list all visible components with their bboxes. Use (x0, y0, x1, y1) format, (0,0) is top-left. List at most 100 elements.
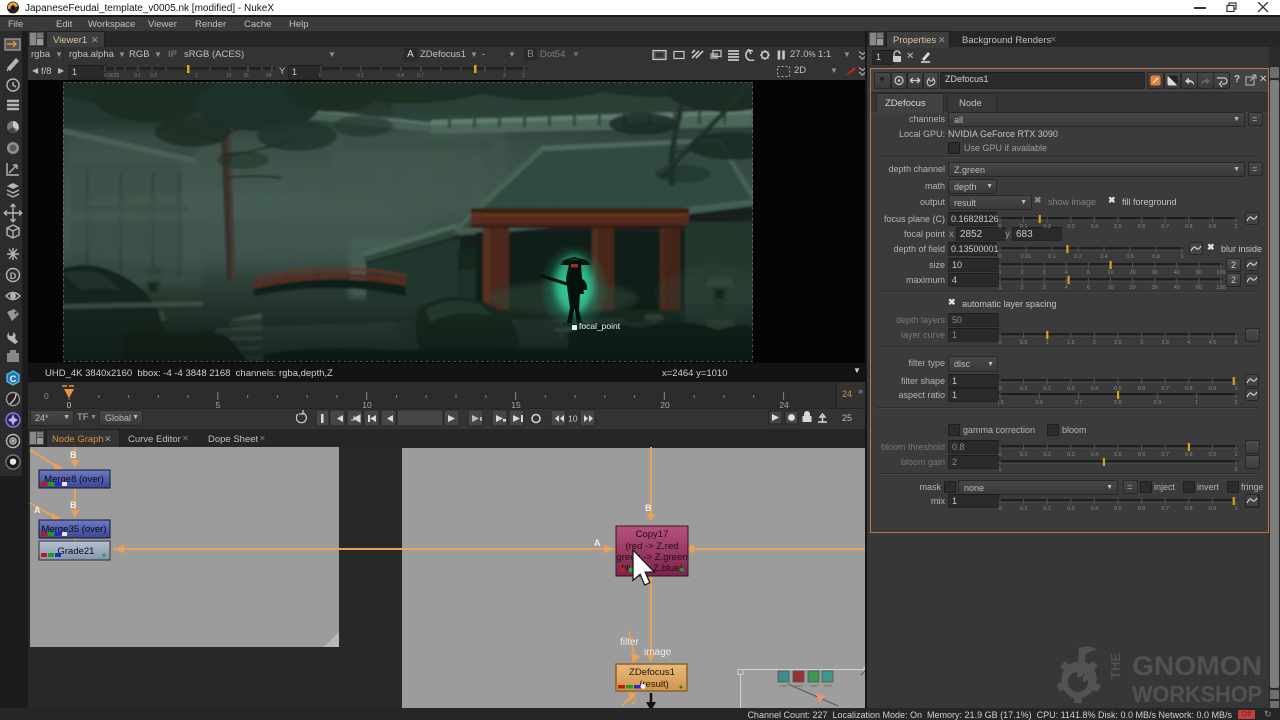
svg-text:0.1: 0.1 (357, 73, 364, 79)
svg-text:2: 2 (1021, 285, 1024, 290)
svg-text:0: 0 (998, 254, 1001, 259)
svg-text:0.7: 0.7 (1161, 452, 1169, 457)
svg-text:0.9: 0.9 (1209, 452, 1217, 457)
svg-text:0.1: 0.1 (1020, 452, 1028, 457)
svg-text:40: 40 (1174, 285, 1180, 290)
svg-text:0.01: 0.01 (1021, 254, 1032, 259)
svg-text:WORKSHOP: WORKSHOP (1132, 681, 1262, 707)
svg-text:0.9: 0.9 (1209, 224, 1217, 229)
svg-text:0.5: 0.5 (1114, 506, 1122, 511)
svg-text:0: 0 (998, 340, 1001, 345)
svg-text:0.2: 0.2 (1043, 452, 1051, 457)
svg-text:0.7: 0.7 (1075, 400, 1083, 405)
svg-text:0: 0 (319, 73, 322, 79)
svg-text:3.5: 3.5 (1161, 340, 1169, 345)
svg-text:3: 3 (1140, 340, 1143, 345)
svg-text:0.1: 0.1 (134, 73, 141, 79)
svg-text:0.6: 0.6 (1126, 254, 1134, 259)
svg-text:0.5: 0.5 (1020, 340, 1028, 345)
svg-text:Copy17: Copy17 (636, 529, 669, 540)
svg-text:D: D (10, 271, 17, 281)
svg-text:20: 20 (660, 400, 670, 408)
svg-text:1: 1 (1046, 340, 1049, 345)
svg-text:0.4: 0.4 (1091, 452, 1099, 457)
svg-text:0.1: 0.1 (1020, 506, 1028, 511)
svg-text:C: C (10, 374, 17, 384)
svg-text:0.9: 0.9 (1209, 506, 1217, 511)
svg-text:64: 64 (266, 73, 272, 79)
svg-text:0.5: 0.5 (1114, 224, 1122, 229)
svg-text:0.4: 0.4 (1091, 506, 1099, 511)
svg-text:0.6: 0.6 (1138, 452, 1146, 457)
svg-text:1: 1 (1234, 506, 1237, 511)
svg-text:6: 6 (1087, 285, 1090, 290)
svg-text:0.2: 0.2 (150, 73, 157, 79)
svg-text:24: 24 (779, 400, 789, 408)
svg-text:0.8: 0.8 (1114, 400, 1122, 405)
svg-text:read2: read2 (795, 684, 803, 688)
svg-text:10: 10 (226, 73, 232, 79)
svg-text:ZDefocus1: ZDefocus1 (629, 667, 675, 678)
svg-text:2: 2 (1093, 340, 1096, 345)
svg-text:20: 20 (1130, 270, 1136, 275)
svg-text:0.2: 0.2 (1043, 506, 1051, 511)
svg-text:60: 60 (1196, 270, 1202, 275)
svg-text:10: 10 (568, 414, 578, 424)
svg-text:20: 20 (1130, 285, 1136, 290)
svg-text:0.7: 0.7 (1161, 506, 1169, 511)
svg-text:2.5: 2.5 (1114, 340, 1122, 345)
svg-text:0: 0 (67, 400, 72, 408)
svg-text:B: B (645, 503, 652, 513)
svg-text:1: 1 (1195, 400, 1198, 405)
svg-text:10: 10 (1107, 270, 1113, 275)
svg-text:3: 3 (1043, 270, 1046, 275)
svg-text:0: 0 (44, 391, 49, 401)
svg-text:4: 4 (1065, 285, 1068, 290)
svg-text:0.3: 0.3 (1067, 506, 1075, 511)
svg-text:2: 2 (631, 696, 637, 707)
svg-text:B: B (70, 450, 77, 460)
svg-text:A: A (594, 538, 601, 548)
svg-text:1: 1 (1180, 254, 1183, 259)
svg-text:0.0625: 0.0625 (104, 73, 120, 79)
svg-text:4.5: 4.5 (1209, 340, 1217, 345)
svg-text:0.2: 0.2 (1043, 224, 1051, 229)
svg-text:0.8: 0.8 (1185, 224, 1193, 229)
svg-text:2: 2 (195, 73, 198, 79)
svg-text:0: 0 (998, 452, 1001, 457)
svg-text:0.1: 0.1 (1020, 224, 1028, 229)
svg-text:image: image (644, 647, 672, 658)
svg-text:3: 3 (522, 73, 525, 79)
svg-text:5: 5 (216, 400, 221, 408)
svg-text:A: A (34, 505, 41, 515)
svg-text:B: B (70, 500, 77, 510)
svg-text:GNOMON: GNOMON (1132, 651, 1262, 681)
svg-text:0.4: 0.4 (1100, 254, 1108, 259)
svg-text:10: 10 (362, 400, 372, 408)
svg-text:0.6: 0.6 (1036, 400, 1044, 405)
svg-text:100: 100 (1216, 270, 1225, 275)
svg-text:3: 3 (1043, 285, 1046, 290)
svg-text:Grade21: Grade21 (58, 546, 95, 557)
svg-text:0.1: 0.1 (1048, 254, 1056, 259)
svg-text:1: 1 (1234, 452, 1237, 457)
svg-text:0.6: 0.6 (1138, 224, 1146, 229)
svg-text:0.6: 0.6 (1138, 506, 1146, 511)
svg-text:1.5: 1.5 (1067, 340, 1075, 345)
svg-text:green -> Z.green: green -> Z.green (616, 552, 687, 563)
svg-text:0.7: 0.7 (1161, 224, 1169, 229)
svg-text:40: 40 (1174, 270, 1180, 275)
svg-text:2: 2 (503, 73, 506, 79)
svg-text:30: 30 (1152, 270, 1158, 275)
svg-text:60: 60 (1196, 285, 1202, 290)
svg-text:filter: filter (620, 637, 640, 648)
svg-text:0.4: 0.4 (1091, 224, 1099, 229)
svg-text:30: 30 (243, 73, 249, 79)
svg-text:0.5: 0.5 (998, 400, 1004, 405)
svg-text:1: 1 (1234, 224, 1237, 229)
svg-text:0.3: 0.3 (1067, 452, 1075, 457)
svg-text:4: 4 (1187, 340, 1190, 345)
svg-text:THE: THE (1108, 653, 1123, 679)
svg-text:read3: read3 (810, 684, 818, 688)
svg-text:1: 1 (998, 467, 1001, 472)
